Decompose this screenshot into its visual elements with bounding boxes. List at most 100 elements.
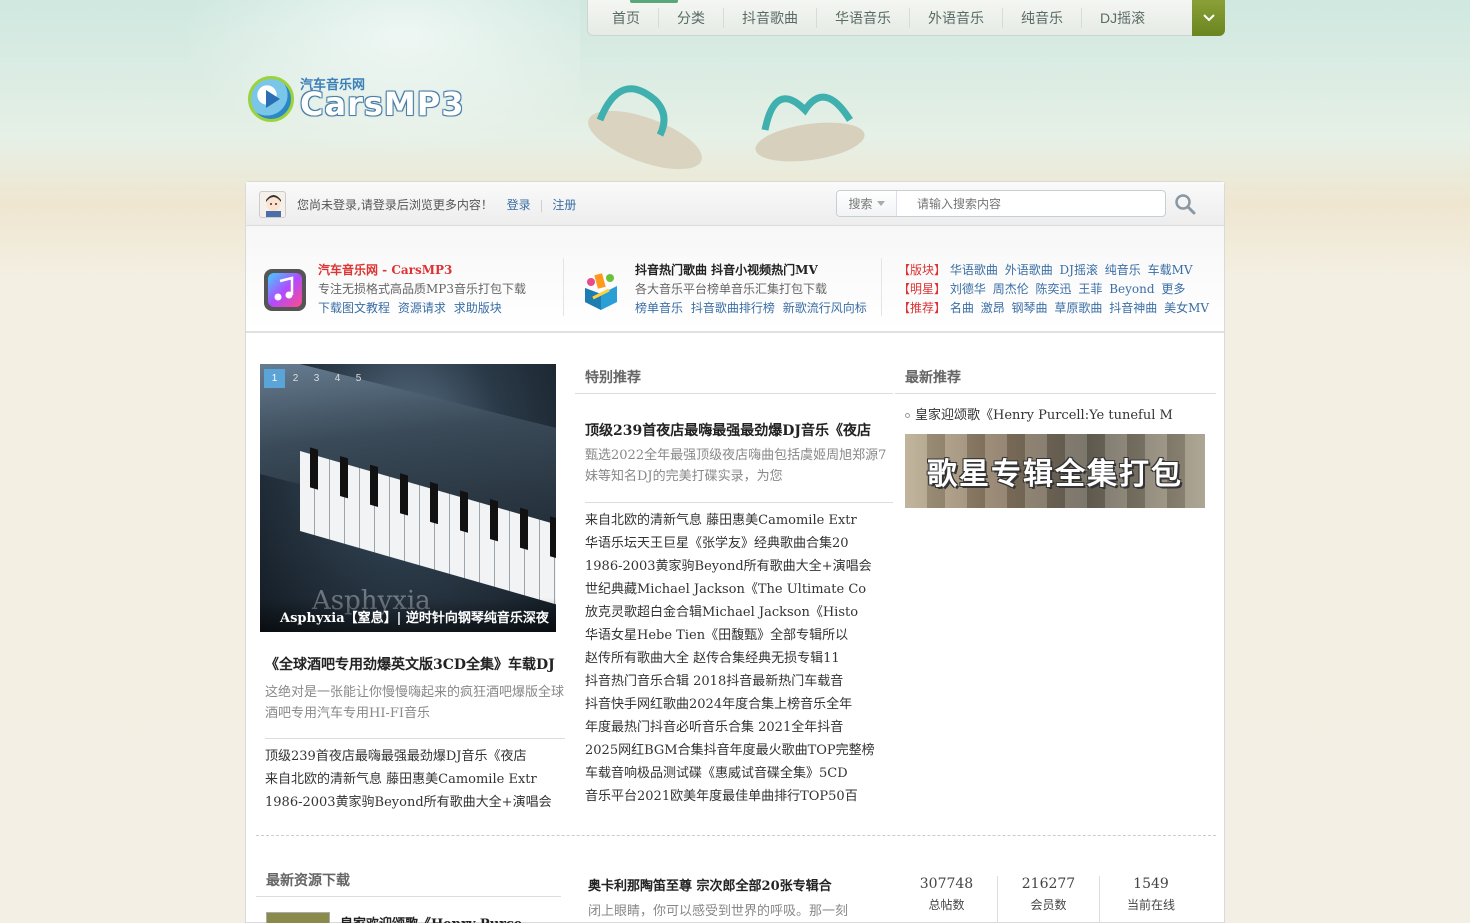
special-heading: 特别推荐: [575, 367, 893, 394]
user-bar: 您尚未登录,请登录后浏览更多内容！ 登录 | 注册 搜索: [246, 182, 1224, 226]
slider-pagination: 1 2 3 4 5: [264, 369, 369, 388]
login-link[interactable]: 登录: [507, 198, 531, 212]
active-tab-indicator: [630, 0, 678, 3]
tag-link[interactable]: 草原歌曲: [1054, 301, 1102, 315]
stat-value: 216277: [1021, 876, 1076, 892]
music-app-icon: [264, 269, 306, 311]
special-title[interactable]: 顶级239首夜店最嗨最强最劲爆DJ音乐《夜店: [585, 420, 871, 440]
tag-row-sections: 【版块】 华语歌曲 外语歌曲 DJ摇滚 纯音乐 车载MV: [898, 261, 1196, 278]
tag-link[interactable]: 抖音神曲: [1109, 301, 1157, 315]
list-item[interactable]: 年度最热门抖音必听音乐合集 2021全年抖音: [585, 716, 897, 739]
list-item[interactable]: 车载音响极品测试碟《惠威试音碟全集》5CD: [585, 762, 897, 785]
list-item[interactable]: 2025网红BGM合集抖音年度最火歌曲TOP完整榜: [585, 739, 897, 762]
slider-page-3[interactable]: 3: [306, 369, 327, 388]
tag-link[interactable]: 纯音乐: [1105, 263, 1141, 277]
list-item[interactable]: 音乐平台2021欧美年度最佳单曲排行TOP50百: [585, 785, 897, 808]
tag-link[interactable]: 更多: [1161, 282, 1185, 296]
search-type-select[interactable]: 搜索: [837, 191, 897, 216]
slider-caption[interactable]: Asphyxia【窒息】| 逆时针向钢琴纯音乐深夜: [260, 598, 556, 632]
thumbnail[interactable]: [266, 912, 330, 923]
register-link[interactable]: 注册: [552, 198, 576, 212]
tag-link[interactable]: 名曲: [950, 301, 974, 315]
caret-down-icon: [876, 201, 885, 206]
link-douyin-chart[interactable]: 抖音歌曲排行榜: [691, 301, 775, 315]
feature-left-title[interactable]: 《全球酒吧专用劲爆英文版3CD全集》车载DJ: [265, 654, 565, 674]
tag-label: 【明星】: [898, 282, 947, 296]
link-new-songs[interactable]: 新歌流行风向标: [783, 301, 867, 315]
list-item[interactable]: 来自北欧的清新气息 藤田惠美Camomile Extr: [265, 768, 552, 791]
slider-page-1[interactable]: 1: [264, 369, 285, 388]
album-banner[interactable]: 歌星专辑全集打包: [905, 434, 1205, 508]
slider-page-5[interactable]: 5: [348, 369, 369, 388]
search-icon[interactable]: [1174, 193, 1196, 215]
latest-item-title[interactable]: 皇家欢迎颂歌《Henry Purce: [340, 913, 522, 923]
image-slider[interactable]: Asphyxia 1 2 3 4 5 Asphyxia【窒息】| 逆时针向钢琴纯…: [260, 364, 556, 632]
newest-heading: 最新推荐: [895, 367, 1216, 394]
list-item[interactable]: 抖音快手网红歌曲2024年度合集上榜音乐全年: [585, 693, 897, 716]
divider: [585, 502, 893, 503]
nav-item-pure[interactable]: 纯音乐: [1003, 7, 1082, 28]
list-item[interactable]: 赵传所有歌曲大全 赵传合集经典无损专辑11: [585, 647, 897, 670]
search-box: 搜索: [836, 190, 1166, 217]
mid-title[interactable]: 奥卡利那陶笛至尊 宗次郎全部20张专辑合: [588, 875, 832, 894]
nav-item-dj[interactable]: DJ摇滚: [1082, 8, 1163, 28]
slider-page-2[interactable]: 2: [285, 369, 306, 388]
tag-link[interactable]: 外语歌曲: [1005, 263, 1053, 277]
tag-link[interactable]: 车载MV: [1148, 263, 1193, 277]
stat-members: 216277 会员数: [998, 876, 1100, 922]
tag-row-stars: 【明星】 刘德华 周杰伦 陈奕迅 王菲 Beyond 更多: [898, 280, 1188, 297]
gift-box-icon: [585, 273, 617, 310]
search-input[interactable]: [897, 196, 1157, 211]
site-stats: 307748 总帖数 216277 会员数 1549 当前在线: [896, 876, 1202, 922]
tag-link[interactable]: 美女MV: [1164, 301, 1209, 315]
search-type-label: 搜索: [848, 197, 873, 211]
douyin-desc: 各大音乐平台榜单音乐汇集打包下载: [635, 282, 828, 296]
tag-link[interactable]: 激昂: [981, 301, 1005, 315]
tag-link[interactable]: DJ摇滚: [1060, 263, 1098, 277]
douyin-title: 抖音热门歌曲 抖音小视频热门MV: [635, 263, 818, 277]
sandals-illustration: [588, 85, 865, 170]
list-item[interactable]: 华语女星Hebe Tien《田馥甄》全部专辑所以: [585, 624, 897, 647]
list-item[interactable]: 1986-2003黄家驹Beyond所有歌曲大全+演唱会: [585, 555, 897, 578]
list-item[interactable]: 华语乐坛天王巨星《张学友》经典歌曲合集20: [585, 532, 897, 555]
list-item[interactable]: 抖音热门音乐合辑 2018抖音最新热门车载音: [585, 670, 897, 693]
newest-item-text: 皇家迎颂歌《Henry Purcell:Ye tuneful M: [915, 408, 1173, 423]
nav-item-foreign[interactable]: 外语音乐: [910, 7, 1003, 28]
tag-link[interactable]: 华语歌曲: [950, 263, 998, 277]
slider-page-4[interactable]: 4: [327, 369, 348, 388]
main-container: 您尚未登录,请登录后浏览更多内容！ 登录 | 注册 搜索 请输入搜索内容 汽车音…: [245, 181, 1225, 923]
tag-link[interactable]: 刘德华: [950, 282, 986, 296]
link-chart-music[interactable]: 榜单音乐: [635, 301, 683, 315]
mid-desc: 闭上眼睛，你可以感受到世界的呼吸。那一刻: [588, 904, 849, 919]
nav-item-home[interactable]: 首页: [594, 7, 659, 28]
nav-more-button[interactable]: [1192, 0, 1225, 36]
nav-item-douyin[interactable]: 抖音歌曲: [724, 7, 817, 28]
logo-en-text: CarsMP3: [300, 84, 465, 123]
list-item[interactable]: 顶级239首夜店最嗨最强最劲爆DJ音乐《夜店: [265, 745, 552, 768]
stat-label: 总帖数: [928, 898, 965, 912]
tag-link[interactable]: 王菲: [1078, 282, 1102, 296]
nav-item-category[interactable]: 分类: [659, 7, 724, 28]
list-item[interactable]: 1986-2003黄家驹Beyond所有歌曲大全+演唱会: [265, 791, 552, 814]
login-prompt: 您尚未登录,请登录后浏览更多内容！ 登录 | 注册: [297, 198, 577, 212]
feature-left: 《全球酒吧专用劲爆英文版3CD全集》车载DJ 这绝对是一张能让你慢慢嗨起来的疯狂…: [265, 654, 565, 724]
divider: [265, 738, 565, 739]
login-prompt-text: 您尚未登录,请登录后浏览更多内容！: [297, 198, 493, 212]
list-item[interactable]: 世纪典藏Michael Jackson《The Ultimate Co: [585, 578, 897, 601]
avatar: [259, 191, 286, 218]
list-item[interactable]: 放克灵歌超白金合辑Michael Jackson《Histo: [585, 601, 897, 624]
top-navigation: 首页 分类 抖音歌曲 华语音乐 外语音乐 纯音乐 DJ摇滚: [587, 0, 1225, 36]
list-item[interactable]: 来自北欧的清新气息 藤田惠美Camomile Extr: [585, 509, 897, 532]
newest-item[interactable]: 皇家迎颂歌《Henry Purcell:Ye tuneful M: [905, 404, 1173, 423]
tag-link[interactable]: Beyond: [1109, 282, 1154, 296]
tag-link[interactable]: 周杰伦: [993, 282, 1029, 296]
tag-link[interactable]: 陈奕迅: [1036, 282, 1072, 296]
link-tutorial[interactable]: 下载图文教程: [318, 301, 390, 315]
play-disc-icon: [248, 76, 294, 122]
link-request[interactable]: 资源请求: [398, 301, 446, 315]
nav-item-chinese[interactable]: 华语音乐: [817, 7, 910, 28]
stat-label: 当前在线: [1126, 898, 1175, 912]
link-help[interactable]: 求助版块: [454, 301, 502, 315]
tag-link[interactable]: 钢琴曲: [1012, 301, 1048, 315]
site-logo[interactable]: 汽车音乐网 CarsMP3: [248, 76, 464, 122]
